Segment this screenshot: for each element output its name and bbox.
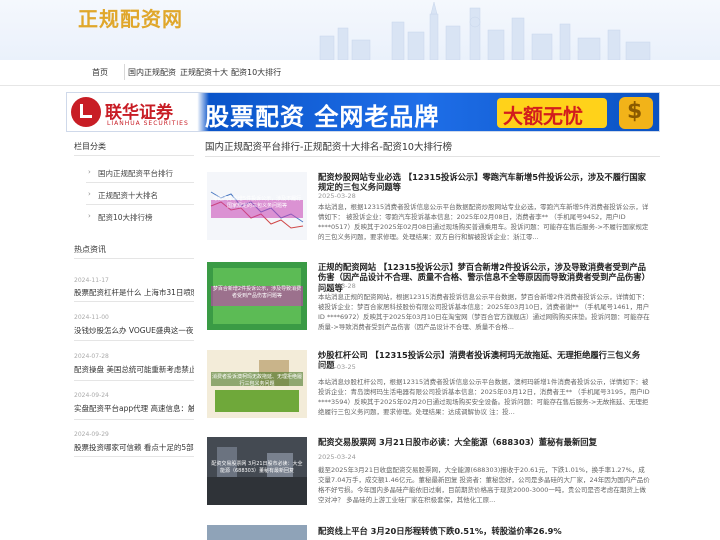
main-nav: 首页 国内正规配资 正规配资十大 配资10大排行 [0,60,720,86]
article-title[interactable]: 配资线上平台 3月20日彤程转债下跌0.51%，转股溢价率26.9% [318,526,648,536]
divider [74,419,194,420]
divider [86,204,194,205]
article-item[interactable]: 梦百合新增2件投诉公示，涉及导致消费者受到产品伤害问题等 正规的配资网站 【12… [207,262,657,346]
article-title[interactable]: 配资炒股网站专业必选 【12315投诉公示】零跑汽车新增5件投诉公示，涉及不履行… [318,172,648,193]
hot-item-date: 2024-11-17 [74,277,109,284]
money-bag-icon: $ [619,97,653,129]
article-date: 2025-03-28 [318,192,356,200]
sidebar-hot-title: 热点资讯 [74,245,106,254]
article-summary: 本站消息正规的配资网站，根据12315消费者投诉信息公示平台数据，梦百合新增2件… [318,293,650,332]
nav-item-top10[interactable]: 正规配资十大 [180,67,228,78]
site-header: 正规配资网 [0,0,720,60]
banner-tag: 大额无忧 [497,98,607,128]
chevron-right-icon: › [88,168,91,176]
divider [205,156,660,157]
thumbnail-caption: 零跑汽车新增5件投诉公示，涉及不履行国家规定的三包义务问题等 [212,196,302,209]
banner-slogan: 股票配资 全网老品牌 [205,103,440,131]
article-thumbnail[interactable] [207,525,307,540]
article-date: 2025-03-28 [318,282,356,290]
divider [74,340,194,341]
hot-item-date: 2024-09-29 [74,431,109,438]
article-thumbnail[interactable]: 梦百合新增2件投诉公示，涉及导致消费者受到产品伤害问题等 [207,262,307,330]
hot-item-title[interactable]: 股票配资杠杆是什么 上海市31日喷晚 [74,287,194,298]
brand-logo-icon [71,97,101,127]
chevron-right-icon: › [88,212,91,220]
article-title[interactable]: 配资交易股票网 3月21日股市必读：大全能源（688303）董秘有最新回复 [318,437,648,447]
nav-item-domestic[interactable]: 国内正规配资 [128,67,176,78]
ad-banner[interactable]: 联华证券 LIANHUA SECURITIES 股票配资 全网老品牌 大额无忧 … [66,92,660,132]
chevron-right-icon: › [88,190,91,198]
article-thumbnail[interactable]: 零跑汽车新增5件投诉公示，涉及不履行国家规定的三包义务问题等 [207,172,307,240]
thumbnail-caption: 配资交易股票网 3月21日股市必读：大全能源（688303）董秘有最新回复 [211,461,303,474]
article-item[interactable]: 配资线上平台 3月20日彤程转债下跌0.51%，转股溢价率26.9% [207,525,657,540]
page-title: 国内正规配资平台排行-正规配资十大排名-配资10大排行榜 [205,142,452,153]
hot-item-title[interactable]: 没钱炒股怎么办 VOGUE盛典这一夜: [74,325,194,336]
nav-item-home[interactable]: 首页 [92,67,108,78]
divider [74,301,194,302]
sidebar-item-ranking[interactable]: 配资10大排行榜 [98,212,153,223]
hot-item-date: 2024-11-00 [74,314,109,321]
hot-item-title[interactable]: 股票投资哪家可信赖 看点十足的5部高 [74,442,194,453]
article-date: 2025-03-25 [318,363,356,371]
article-thumbnail[interactable]: 消费者投诉澳柯玛无故拖延、无理拒绝履行三包义务问题 [207,350,307,418]
hot-item-title[interactable]: 实盘配资平台app代理 高速信息：触发 [74,403,194,414]
nav-divider [124,64,125,80]
divider [74,258,194,259]
article-summary: 本站消息，根据12315消费者投诉信息公示平台数据配资炒股网站专业必选，零跑汽车… [318,203,649,242]
article-title[interactable]: 炒股杠杆公司 【12315投诉公示】消费者投诉澳柯玛无故拖延、无理拒绝履行三包义… [318,350,648,371]
article-item[interactable]: 消费者投诉澳柯玛无故拖延、无理拒绝履行三包义务问题 炒股杠杆公司 【12315投… [207,350,657,434]
banner-brand-sub: LIANHUA SECURITIES [107,120,189,127]
article-item[interactable]: 配资交易股票网 3月21日股市必读：大全能源（688303）董秘有最新回复 配资… [207,437,657,521]
divider [74,155,194,156]
article-title[interactable]: 正规的配资网站 【12315投诉公示】梦百合新增2件投诉公示，涉及导致消费者受到… [318,262,648,293]
article-summary: 截至2025年3月21日收盘配资交易股票网，大全能源(688303)报收于20.… [318,466,650,505]
nav-item-ranking[interactable]: 配资10大排行 [231,67,281,78]
city-skyline-graphic [319,1,651,60]
thumbnail-caption: 梦百合新增2件投诉公示，涉及导致消费者受到产品伤害问题等 [212,286,302,299]
sidebar-item-top10[interactable]: 正规配资十大排名 [98,190,158,201]
divider [74,380,194,381]
hot-item-date: 2024-07-28 [74,353,109,360]
article-item[interactable]: 零跑汽车新增5件投诉公示，涉及不履行国家规定的三包义务问题等 配资炒股网站专业必… [207,172,657,256]
sidebar-category-title: 栏目分类 [74,142,106,151]
divider [74,456,194,457]
divider [86,182,194,183]
article-thumbnail[interactable]: 配资交易股票网 3月21日股市必读：大全能源（688303）董秘有最新回复 [207,437,307,505]
sidebar-item-domestic[interactable]: 国内正规配资平台排行 [98,168,173,179]
article-summary: 本站消息炒股杠杆公司，根据12315消费者投诉信息公示平台数据，澳柯玛新增1件消… [318,378,650,417]
hot-item-date: 2024-09-24 [74,392,109,399]
hot-item-title[interactable]: 配资操盘 美国总统可能重新考虑禁止 [74,364,194,375]
site-logo[interactable]: 正规配资网 [78,3,183,32]
article-date: 2025-03-24 [318,453,356,461]
thumbnail-caption: 消费者投诉澳柯玛无故拖延、无理拒绝履行三包义务问题 [211,374,302,387]
